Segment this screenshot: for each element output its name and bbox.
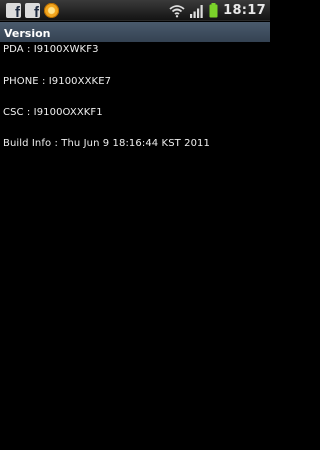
sync-icon <box>44 3 59 18</box>
title-bar: Version <box>0 22 270 42</box>
notification-icons: f f <box>6 2 59 20</box>
facebook-icon: f <box>25 3 40 20</box>
build-info: Build Info : Thu Jun 9 18:16:44 KST 2011 <box>3 138 210 149</box>
system-icons: 18:17 <box>169 1 266 20</box>
phone-version: PHONE : I9100XXKE7 <box>3 76 112 87</box>
battery-icon <box>209 3 218 18</box>
page-title: Version <box>4 27 51 40</box>
clock: 18:17 <box>223 3 266 18</box>
csc-version: CSC : I9100OXXKF1 <box>3 107 103 118</box>
status-bar: f f 18:17 <box>0 0 270 21</box>
signal-icon <box>190 4 204 18</box>
pda-version: PDA : I9100XWKF3 <box>3 44 99 55</box>
facebook-icon: f <box>6 3 21 20</box>
wifi-icon <box>169 4 185 18</box>
